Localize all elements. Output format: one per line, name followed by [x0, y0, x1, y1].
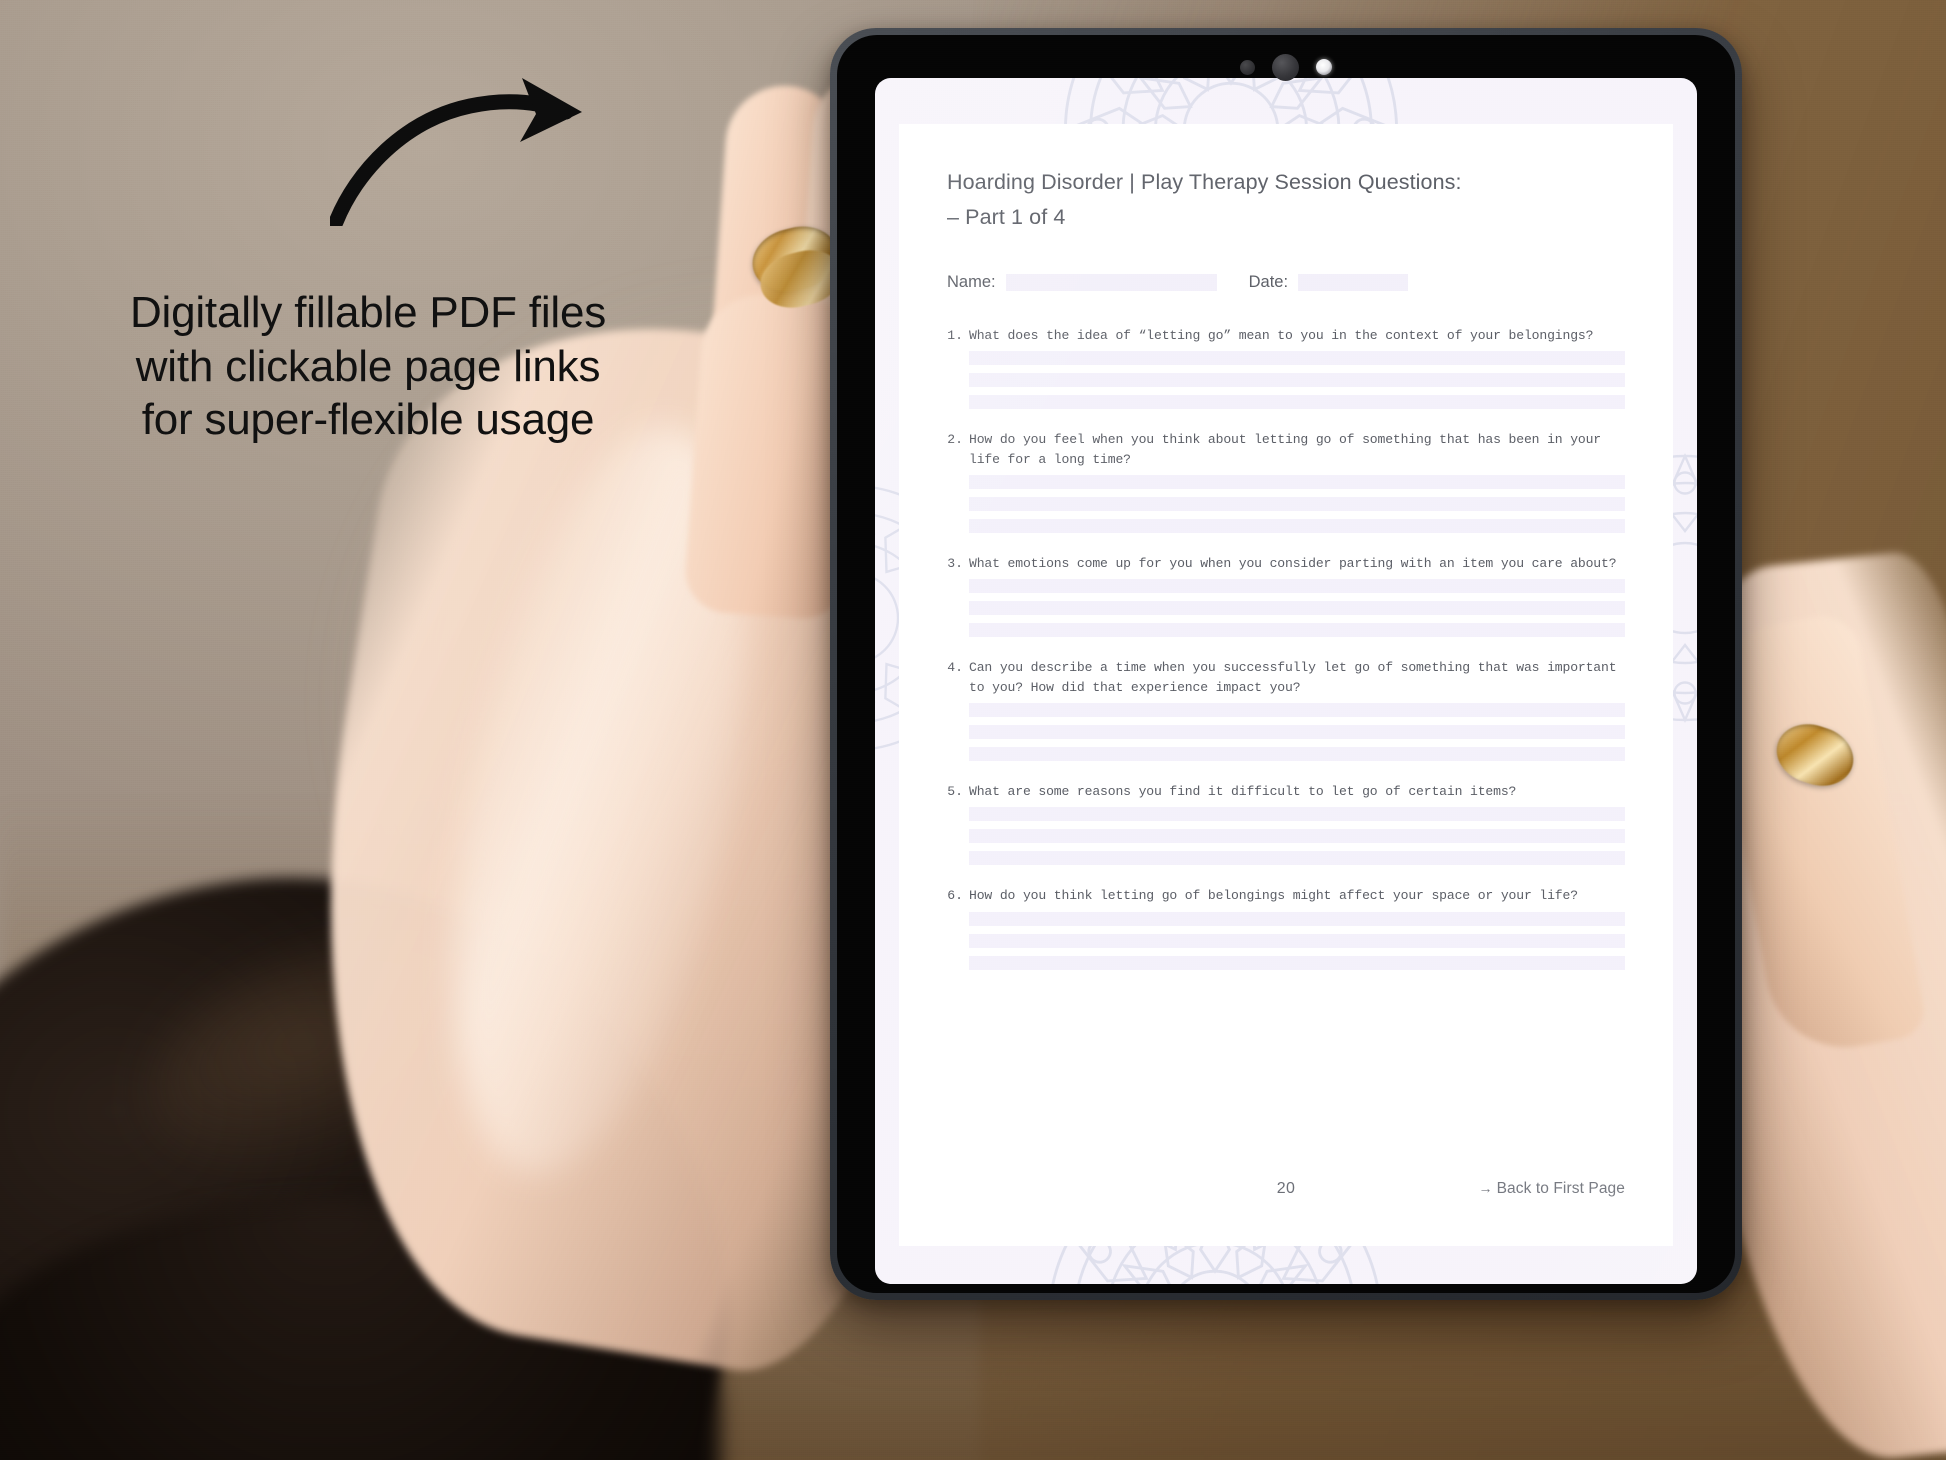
photo-grain	[0, 0, 1946, 1460]
sensor-small-icon	[1240, 59, 1255, 75]
caption-line-2: with clickable page links	[135, 341, 601, 391]
curved-arrow-right-icon	[330, 78, 582, 226]
caption-text: Digitally fillable PDF files with clicka…	[58, 286, 678, 447]
indicator-light-icon	[1316, 59, 1332, 75]
tablet-camera-cluster	[830, 50, 1742, 84]
caption-line-3: for super-flexible usage	[141, 395, 595, 445]
caption-line-1: Digitally fillable PDF files	[129, 288, 607, 337]
screenshot-stage: Hoarding Disorder | Play Therapy Session…	[0, 0, 1946, 1460]
camera-lens-icon	[1272, 53, 1299, 81]
